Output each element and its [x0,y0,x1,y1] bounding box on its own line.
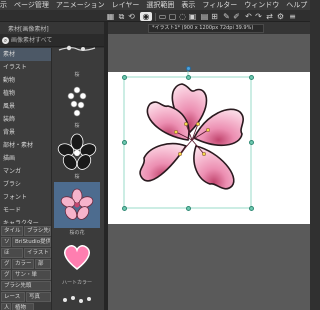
transform-handle-right[interactable] [248,140,254,145]
transform-handle-bottom-left[interactable] [121,205,127,211]
transform-handle-top[interactable] [185,74,191,80]
cherry-blossom-artwork[interactable] [0,0,310,310]
transform-handle-top-right[interactable] [248,74,254,80]
app-window: 示 ページ管理 アニメーション レイヤー 選択範囲 表示 フィルター ウィンドウ… [0,0,310,310]
transform-handle-top-left[interactable] [121,74,127,80]
rotation-handle[interactable] [185,65,191,71]
transform-handle-bottom-right[interactable] [248,205,254,211]
transform-handle-left[interactable] [121,140,127,145]
transform-handle-bottom[interactable] [185,205,191,211]
